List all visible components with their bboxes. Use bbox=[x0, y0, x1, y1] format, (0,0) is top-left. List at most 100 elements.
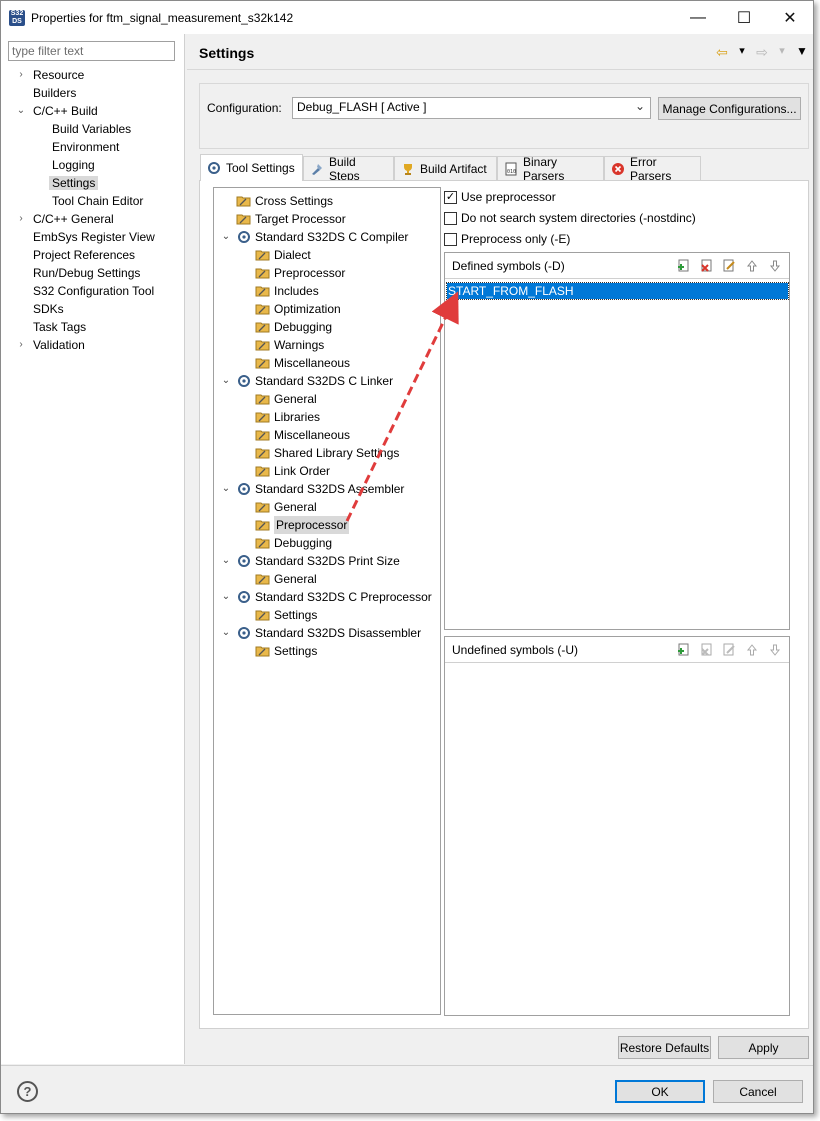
tree-item-option[interactable]: General bbox=[255, 570, 317, 588]
view-menu-icon[interactable]: ▼ bbox=[793, 44, 811, 61]
tree-item-label: Dialect bbox=[274, 248, 311, 262]
tab-tool-settings[interactable]: Tool Settings bbox=[200, 154, 303, 181]
tree-item-option[interactable]: Warnings bbox=[255, 336, 324, 354]
nav-item-tool-chain-editor[interactable]: Tool Chain Editor bbox=[52, 192, 143, 210]
apply-button[interactable]: Apply bbox=[718, 1036, 809, 1059]
tree-item-tool[interactable]: Standard S32DS C Compiler bbox=[236, 228, 408, 246]
tab-build-artifact[interactable]: Build Artifact bbox=[394, 156, 497, 180]
back-arrow-icon[interactable]: ⇦ bbox=[713, 44, 731, 61]
nav-item-task-tags[interactable]: Task Tags bbox=[33, 318, 86, 336]
tree-item-tool[interactable]: Standard S32DS C Preprocessor bbox=[236, 588, 432, 606]
nostdinc-option[interactable]: Do not search system directories (-nostd… bbox=[444, 209, 696, 227]
nav-item-project-references[interactable]: Project References bbox=[33, 246, 135, 264]
edit-icon[interactable] bbox=[721, 642, 737, 658]
collapse-chevron-icon[interactable]: ⌄ bbox=[220, 480, 232, 498]
minimize-button[interactable]: — bbox=[675, 1, 721, 34]
nav-item-build-variables[interactable]: Build Variables bbox=[52, 120, 131, 138]
tree-item-option[interactable]: Debugging bbox=[255, 318, 332, 336]
delete-icon[interactable] bbox=[698, 642, 714, 658]
tree-item-option[interactable]: Debugging bbox=[255, 534, 332, 552]
preprocess-only-option[interactable]: Preprocess only (-E) bbox=[444, 230, 570, 248]
nav-item-embsys-register-view[interactable]: EmbSys Register View bbox=[33, 228, 155, 246]
expand-validation-icon[interactable]: › bbox=[15, 336, 27, 354]
forward-history-dropdown-icon[interactable]: ▾ bbox=[773, 44, 791, 61]
collapse-chevron-icon[interactable]: ⌄ bbox=[220, 228, 232, 246]
nav-item-builders[interactable]: Builders bbox=[33, 84, 76, 102]
use-preprocessor-checkbox[interactable]: ✓ bbox=[444, 190, 457, 204]
add-icon[interactable] bbox=[675, 258, 691, 274]
filter-input[interactable] bbox=[8, 41, 175, 61]
collapse-chevron-icon[interactable]: ⌄ bbox=[220, 372, 232, 390]
tree-item-option[interactable]: Target Processor bbox=[236, 210, 346, 228]
restore-defaults-button[interactable]: Restore Defaults bbox=[618, 1036, 711, 1059]
configuration-select[interactable]: Debug_FLASH [ Active ] ⌄ bbox=[292, 97, 651, 119]
collapse-chevron-icon[interactable]: ⌄ bbox=[220, 624, 232, 642]
tab-error-parsers[interactable]: Error Parsers bbox=[604, 155, 701, 183]
option-folder-icon bbox=[255, 302, 271, 316]
tree-item-option[interactable]: Link Order bbox=[255, 462, 330, 480]
nav-item-s32-configuration-tool[interactable]: S32 Configuration Tool bbox=[33, 282, 154, 300]
close-button[interactable]: ✕ bbox=[767, 1, 813, 34]
tree-item-option[interactable]: Optimization bbox=[255, 300, 341, 318]
option-folder-icon bbox=[255, 284, 271, 298]
collapse-chevron-icon[interactable]: ⌄ bbox=[220, 588, 232, 606]
use-preprocessor-option[interactable]: ✓ Use preprocessor bbox=[444, 188, 556, 206]
tree-item-tool[interactable]: Standard S32DS Assembler bbox=[236, 480, 404, 498]
nav-item-label: C/C++ Build bbox=[33, 104, 98, 118]
tree-item-option[interactable]: Settings bbox=[255, 642, 317, 660]
nav-item-cc-general[interactable]: C/C++ General bbox=[33, 210, 114, 228]
expand-cc-general-icon[interactable]: › bbox=[15, 210, 27, 228]
nav-item-settings[interactable]: Settings bbox=[49, 174, 99, 192]
tree-item-option[interactable]: Shared Library Settings bbox=[255, 444, 399, 462]
tree-item-option[interactable]: Settings bbox=[255, 606, 317, 624]
tab-build-steps[interactable]: Build Steps bbox=[303, 154, 394, 183]
nav-item-environment[interactable]: Environment bbox=[52, 138, 119, 156]
maximize-button[interactable]: ☐ bbox=[721, 1, 767, 34]
manage-configurations-button[interactable]: Manage Configurations... bbox=[658, 97, 801, 120]
tree-item-tool[interactable]: Standard S32DS Disassembler bbox=[236, 624, 421, 642]
collapse-chevron-icon[interactable]: ⌄ bbox=[220, 552, 232, 570]
tree-item-option[interactable]: Miscellaneous bbox=[255, 426, 350, 444]
tab-label: Build Steps bbox=[329, 154, 360, 183]
nav-item-sdks[interactable]: SDKs bbox=[33, 300, 64, 318]
tree-item-option[interactable]: Cross Settings bbox=[236, 192, 333, 210]
tree-item-option[interactable]: Miscellaneous bbox=[255, 354, 350, 372]
tree-item-label: Warnings bbox=[274, 338, 325, 352]
tree-item-option[interactable]: Dialect bbox=[255, 246, 311, 264]
move-up-icon[interactable] bbox=[744, 642, 760, 658]
tree-item-option[interactable]: Libraries bbox=[255, 408, 320, 426]
tree-item-option[interactable]: General bbox=[255, 498, 317, 516]
move-down-icon[interactable] bbox=[767, 258, 783, 274]
tree-item-label: Miscellaneous bbox=[274, 356, 351, 370]
delete-icon[interactable] bbox=[698, 258, 714, 274]
nostdinc-checkbox[interactable] bbox=[444, 211, 457, 225]
tree-item-option[interactable]: Preprocessor bbox=[255, 516, 350, 534]
nav-item-run-debug-settings[interactable]: Run/Debug Settings bbox=[33, 264, 140, 282]
tree-item-tool[interactable]: Standard S32DS Print Size bbox=[236, 552, 400, 570]
ok-button[interactable]: OK bbox=[615, 1080, 705, 1103]
tree-item-tool[interactable]: Standard S32DS C Linker bbox=[236, 372, 393, 390]
nav-item-logging[interactable]: Logging bbox=[52, 156, 95, 174]
nav-item-validation[interactable]: Validation bbox=[33, 336, 85, 354]
undefined-symbols-header: Undefined symbols (-U) bbox=[445, 637, 789, 663]
option-folder-icon bbox=[236, 194, 252, 208]
nav-item-resource[interactable]: Resource bbox=[33, 66, 84, 84]
defined-symbol-row[interactable]: START_FROM_FLASH bbox=[446, 282, 789, 300]
expand-resource-icon[interactable]: › bbox=[15, 66, 27, 84]
nav-item-cc-build[interactable]: C/C++ Build bbox=[33, 102, 98, 120]
move-down-icon[interactable] bbox=[767, 642, 783, 658]
tab-binary-parsers[interactable]: 010 Binary Parsers bbox=[497, 155, 604, 183]
preprocess-only-checkbox[interactable] bbox=[444, 232, 457, 246]
tree-item-option[interactable]: General bbox=[255, 390, 317, 408]
tree-item-label: Shared Library Settings bbox=[274, 446, 400, 460]
collapse-cc-build-icon[interactable]: ⌄ bbox=[15, 102, 27, 120]
add-icon[interactable] bbox=[675, 642, 691, 658]
tree-item-option[interactable]: Preprocessor bbox=[255, 264, 345, 282]
forward-arrow-icon[interactable]: ⇨ bbox=[753, 44, 771, 61]
cancel-button[interactable]: Cancel bbox=[713, 1080, 803, 1103]
tree-item-option[interactable]: Includes bbox=[255, 282, 319, 300]
edit-icon[interactable] bbox=[721, 258, 737, 274]
move-up-icon[interactable] bbox=[744, 258, 760, 274]
help-icon[interactable]: ? bbox=[17, 1081, 38, 1102]
back-history-dropdown-icon[interactable]: ▾ bbox=[733, 44, 751, 61]
